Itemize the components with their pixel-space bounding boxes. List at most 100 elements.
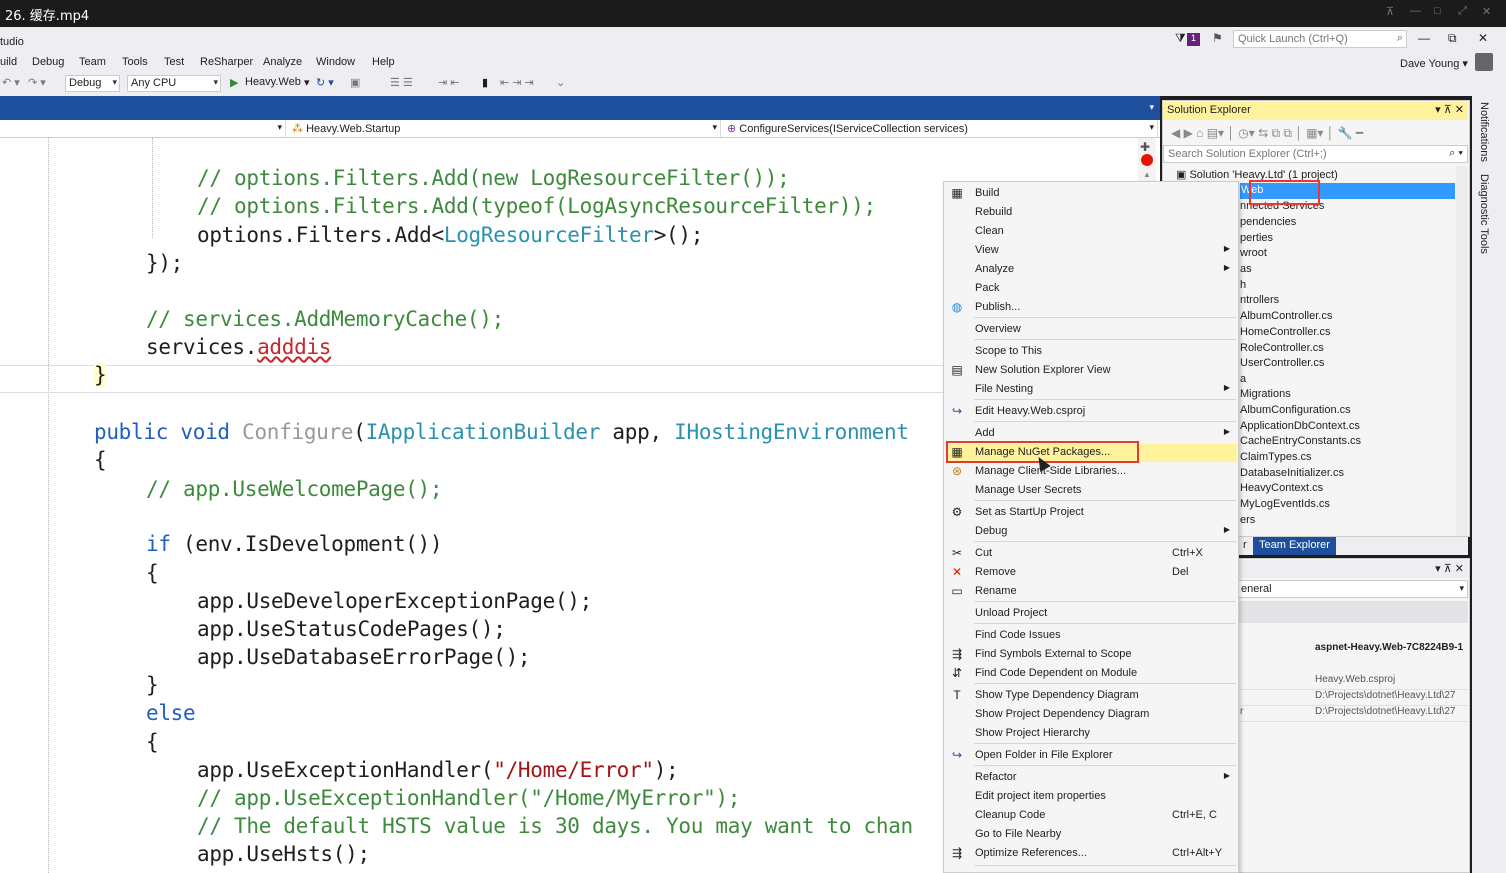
pin-icon[interactable]: ⊼ (1386, 5, 1394, 18)
tree-item[interactable]: Migrations (1240, 388, 1291, 400)
property-row[interactable]: r D:\Projects\dotnet\Heavy.Ltd\27 (1240, 706, 1468, 722)
panel-controls-icon[interactable]: ▾ ⊼ ✕ (1435, 103, 1464, 116)
menu-help[interactable]: Help (372, 56, 395, 68)
menu-item-overview[interactable]: Overview (944, 320, 1238, 338)
menu-item-view[interactable]: View ▶ (944, 241, 1238, 259)
menu-item-remove[interactable]: ✕ Remove Del (944, 563, 1238, 581)
tab-team-explorer[interactable]: Team Explorer (1253, 537, 1336, 555)
restore-icon[interactable]: □ (1434, 5, 1441, 17)
menu-item-show-project-hierarchy[interactable]: Show Project Hierarchy (944, 724, 1238, 742)
avatar[interactable] (1475, 53, 1493, 71)
menu-tools[interactable]: Tools (122, 56, 148, 68)
run-dropdown-icon[interactable]: ▾ (304, 76, 310, 89)
tab-notifications[interactable]: Notifications (1478, 102, 1490, 162)
tree-item[interactable]: pendencies (1240, 216, 1296, 228)
menu-item-pack[interactable]: Pack (944, 279, 1238, 297)
menu-item-cleanup-code[interactable]: Cleanup Code Ctrl+E, C (944, 806, 1238, 824)
menu-item-manage-client-side-libraries[interactable]: ⊛ Manage Client-Side Libraries... (944, 462, 1238, 480)
browser-icon[interactable]: ▣ (350, 76, 360, 89)
run-target-label[interactable]: Heavy.Web (245, 76, 301, 88)
tree-item[interactable]: a (1240, 373, 1246, 385)
menu-item-go-to-file-nearby[interactable]: Go to File Nearby (944, 825, 1238, 843)
menu-item-find-code-issues[interactable]: Find Code Issues (944, 626, 1238, 644)
menu-item-file-nesting[interactable]: File Nesting ▶ (944, 380, 1238, 398)
menu-window[interactable]: Window (316, 56, 355, 68)
feedback-icon[interactable]: ⚑ (1212, 31, 1223, 45)
menu-item-cut[interactable]: ✂ Cut Ctrl+X (944, 544, 1238, 562)
error-marker-icon[interactable] (1141, 154, 1153, 166)
overflow-icon[interactable]: ⌄ (556, 76, 565, 89)
tree-item[interactable]: CacheEntryConstants.cs (1240, 435, 1361, 447)
filter-icon[interactable]: ⧩ (1175, 31, 1186, 46)
tree-item[interactable]: DatabaseInitializer.cs (1240, 467, 1344, 479)
config-dropdown[interactable]: Debug (65, 75, 120, 92)
class-dropdown[interactable]: ⁂ Heavy.Web.Startup ▾ (289, 120, 721, 137)
tree-item[interactable]: as (1240, 263, 1252, 275)
quick-launch-input[interactable]: Quick Launch (Ctrl+Q) ⌕ (1233, 30, 1407, 48)
tree-item[interactable]: wroot (1240, 247, 1267, 259)
menu-item-optimize-references[interactable]: ⇶ Optimize References... Ctrl+Alt+Y (944, 844, 1238, 862)
menu-item-refactor[interactable]: Refactor ▶ (944, 768, 1238, 786)
solution-explorer-scrollbar[interactable] (1456, 166, 1468, 536)
minimize-icon[interactable]: — (1410, 5, 1421, 17)
menu-item-find-symbols-external-to-scope[interactable]: ⇶ Find Symbols External to Scope (944, 645, 1238, 663)
tree-item[interactable]: HeavyContext.cs (1240, 482, 1323, 494)
tab-solution-explorer[interactable]: r (1243, 539, 1247, 551)
property-row[interactable]: Heavy.Web.csproj (1240, 674, 1468, 690)
tree-item[interactable]: perties (1240, 232, 1273, 244)
menu-item-build[interactable]: ▦ Build (944, 184, 1238, 202)
menu-item-rebuild[interactable]: Rebuild (944, 203, 1238, 221)
tree-item[interactable]: ClaimTypes.cs (1240, 451, 1312, 463)
tree-item[interactable]: UserController.cs (1240, 357, 1324, 369)
bookmark-nav-icon[interactable]: ⇤ ⇥ ⇥ (500, 76, 534, 89)
menu-item-unload-project[interactable]: Unload Project (944, 604, 1238, 622)
solution-search-input[interactable]: Search Solution Explorer (Ctrl+;) ⌕ ▾ (1163, 145, 1468, 163)
search-icon[interactable]: ⌕ ▾ (1449, 147, 1463, 160)
menu-analyze[interactable]: Analyze (263, 56, 302, 68)
split-icon[interactable]: ✚ (1140, 140, 1150, 154)
menu-item-analyze[interactable]: Analyze ▶ (944, 260, 1238, 278)
search-icon[interactable]: ⌕ (1397, 32, 1403, 45)
menu-build[interactable]: uild (0, 56, 17, 68)
menu-debug[interactable]: Debug (32, 56, 64, 68)
menu-resharper[interactable]: ReSharper (200, 56, 253, 68)
tab-list-icon[interactable]: ▾ (1149, 102, 1154, 113)
tree-item[interactable]: HomeController.cs (1240, 326, 1330, 338)
redo-icon[interactable]: ↷ ▾ (28, 76, 46, 89)
tree-item[interactable]: ers (1240, 514, 1255, 526)
close-icon[interactable]: ✕ (1482, 5, 1491, 18)
tree-item[interactable]: h (1240, 279, 1246, 291)
close-icon[interactable]: ✕ (1478, 31, 1488, 45)
tree-item[interactable]: MyLogEventIds.cs (1240, 498, 1330, 510)
bookmark-icon[interactable]: ▮ (482, 76, 488, 89)
menu-item-edit-heavy-web-csproj[interactable]: ↪ Edit Heavy.Web.csproj (944, 402, 1238, 420)
menu-item-show-project-dependency-diagram[interactable]: Show Project Dependency Diagram (944, 705, 1238, 723)
notification-badge[interactable]: 1 (1187, 33, 1200, 46)
play-icon[interactable]: ▶ (230, 76, 238, 89)
menu-item-publish[interactable]: ◍ Publish... (944, 298, 1238, 316)
refresh-icon[interactable]: ↻ ▾ (316, 76, 334, 89)
tab-diagnostic-tools[interactable]: Diagnostic Tools (1478, 174, 1490, 254)
properties-object-dropdown[interactable]: eneral ▾ (1238, 580, 1468, 598)
menu-item-set-as-startup-project[interactable]: ⚙ Set as StartUp Project (944, 503, 1238, 521)
fullscreen-icon[interactable]: ⤢ (1458, 5, 1467, 18)
menu-item-scope-to-this[interactable]: Scope to This (944, 342, 1238, 360)
menu-item-clean[interactable]: Clean (944, 222, 1238, 240)
menu-item-manage-user-secrets[interactable]: Manage User Secrets (944, 481, 1238, 499)
menu-team[interactable]: Team (79, 56, 106, 68)
menu-item-add[interactable]: Add ▶ (944, 424, 1238, 442)
tree-item[interactable]: AlbumController.cs (1240, 310, 1332, 322)
menu-item-new-solution-explorer-view[interactable]: ▤ New Solution Explorer View (944, 361, 1238, 379)
tree-item[interactable]: ntrollers (1240, 294, 1279, 306)
minimize-icon[interactable]: — (1418, 31, 1430, 45)
scroll-up-icon[interactable]: ▲ (1143, 170, 1151, 179)
property-row[interactable]: D:\Projects\dotnet\Heavy.Ltd\27 (1240, 690, 1468, 706)
tree-item[interactable]: AlbumConfiguration.cs (1240, 404, 1351, 416)
menu-item-open-folder-in-file-explorer[interactable]: ↪ Open Folder in File Explorer (944, 746, 1238, 764)
menu-item-edit-project-item-properties[interactable]: Edit project item properties (944, 787, 1238, 805)
back-icon[interactable]: ◀ ▶ ⌂ ▤▾ │ ◷▾ ⇆ ⧉ ⧉ │ ▦▾ │ 🔧 ━ (1171, 126, 1363, 141)
tree-item[interactable]: ApplicationDbContext.cs (1240, 420, 1360, 432)
tree-item[interactable]: RoleController.cs (1240, 342, 1324, 354)
menu-test[interactable]: Test (164, 56, 184, 68)
platform-dropdown[interactable]: Any CPU (127, 75, 221, 92)
